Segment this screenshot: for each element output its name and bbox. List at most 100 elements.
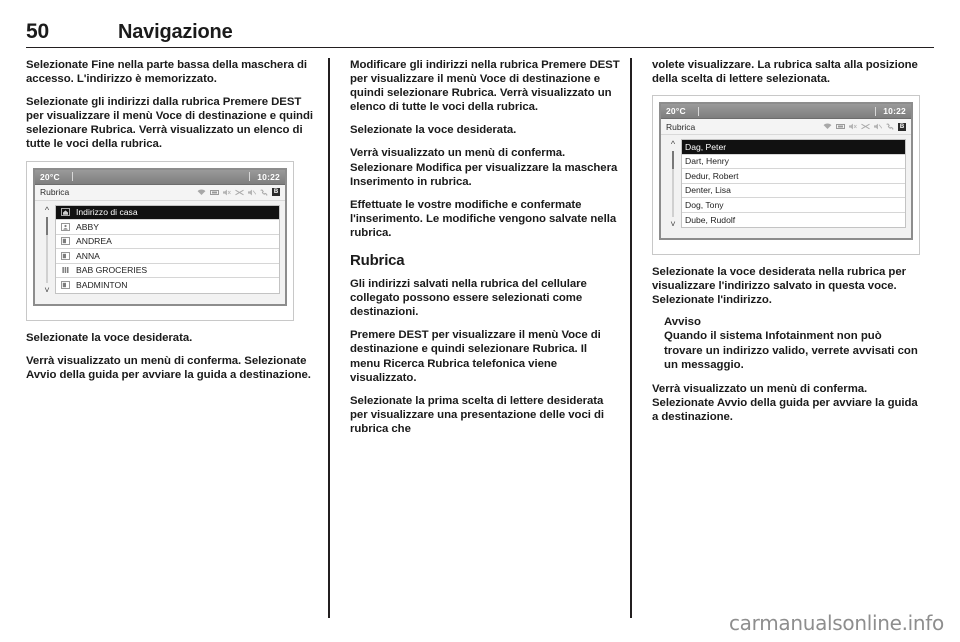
page-title: Navigazione xyxy=(118,21,233,43)
contact-list: Indirizzo di casa ABBY ANDREA ANNA BAB G… xyxy=(55,204,280,294)
screen-title-bar: Rubrica B xyxy=(661,119,911,136)
paragraph: Verrà visualizzato un menù di conferma. … xyxy=(350,147,618,188)
paragraph: Selezionate la voce desiderata. xyxy=(26,331,193,344)
speaker-off-icon xyxy=(248,189,256,196)
column-left: Selezionate Fine nella parte bassa della… xyxy=(26,58,318,618)
paragraph: Effettuate le vostre modifiche e conferm… xyxy=(350,198,617,239)
wifi-icon xyxy=(197,189,206,196)
shuffle-icon xyxy=(235,189,244,196)
page-header: 50 Navigazione xyxy=(26,20,934,48)
temperature-readout: 20°C xyxy=(40,171,60,182)
contact-icon xyxy=(59,222,72,231)
call-icon xyxy=(886,123,894,130)
business-icon xyxy=(59,266,72,274)
status-divider xyxy=(71,172,73,182)
scroll-track[interactable] xyxy=(46,216,48,283)
list-item[interactable]: Dedur, Robert xyxy=(682,169,905,184)
screen-frame: 20°C 10:22 Rubrica xyxy=(33,167,287,306)
shuffle-icon xyxy=(861,123,870,130)
list-item[interactable]: ANDREA xyxy=(56,235,279,250)
list-item-label: Denter, Lisa xyxy=(685,185,731,196)
paragraph: Selezionate la voce desiderata. xyxy=(350,124,517,137)
wifi-icon xyxy=(823,123,832,130)
paragraph: Verrà visualizzato un menù di conferma. … xyxy=(26,354,311,381)
status-bar: 20°C 10:22 xyxy=(661,104,911,120)
scroll-track[interactable] xyxy=(672,151,674,218)
list-item-label: ABBY xyxy=(76,221,99,232)
list-item-label: Dart, Henry xyxy=(685,156,729,167)
paragraph: Selezionate Fine nella parte bassa della… xyxy=(26,59,308,86)
chevron-up-icon[interactable]: ^ xyxy=(671,140,675,149)
screen-title: Rubrica xyxy=(40,187,70,198)
scroll-thumb[interactable] xyxy=(46,216,48,235)
list-item-label: ANNA xyxy=(76,250,100,261)
paragraph: Verrà visualizzato un menù di conferma. … xyxy=(652,382,918,423)
list-item[interactable]: BADMINTON xyxy=(56,278,279,293)
bluetooth-icon: B xyxy=(272,188,280,197)
list-item[interactable]: ABBY xyxy=(56,220,279,235)
list-item-label: Dedur, Robert xyxy=(685,170,739,181)
paragraph: Selezionate la voce desiderata nella rub… xyxy=(652,266,907,307)
watermark: carmanualsonline.info xyxy=(728,611,944,635)
speaker-off-icon xyxy=(874,123,882,130)
mute-icon xyxy=(223,189,231,196)
paragraph: Premere DEST per visualizzare il menù Vo… xyxy=(350,329,601,384)
chevron-down-icon[interactable]: ˅ xyxy=(670,220,675,229)
notice-block: Avviso Quando il sistema Infotainment no… xyxy=(652,316,922,371)
infotainment-screenshot-2: 20°C 10:22 Rubrica B ^ ˅ Dag, Peter Dart… xyxy=(652,95,920,256)
list-item-label: Dag, Peter xyxy=(685,141,727,152)
paragraph: Selezionate la prima scelta di lettere d… xyxy=(350,394,604,435)
scroll-thumb[interactable] xyxy=(672,151,674,170)
list-item[interactable]: Dube, Rudolf xyxy=(682,213,905,228)
list-item-label: BAB GROCERIES xyxy=(76,265,148,276)
chevron-down-icon[interactable]: ˅ xyxy=(44,285,49,294)
paragraph: Gli indirizzi salvati nella rubrica del … xyxy=(350,278,587,319)
chevron-up-icon[interactable]: ^ xyxy=(45,205,49,214)
contact-list-area: ^ ˅ Dag, Peter Dart, Henry Dedur, Robert… xyxy=(661,135,911,239)
contact-icon xyxy=(59,281,72,290)
list-item[interactable]: Dog, Tony xyxy=(682,198,905,213)
page-number: 50 xyxy=(26,20,49,43)
infotainment-screenshot-1: 20°C 10:22 Rubrica B ^ ˅ Indirizzo di ca… xyxy=(26,160,294,321)
screen-frame: 20°C 10:22 Rubrica xyxy=(659,102,913,241)
list-item-label: Dog, Tony xyxy=(685,199,724,210)
list-item-label: ANDREA xyxy=(76,236,112,247)
status-icon-group: B xyxy=(197,188,280,197)
list-item[interactable]: Dag, Peter xyxy=(682,140,905,155)
column-divider xyxy=(328,58,330,618)
contact-icon xyxy=(59,237,72,246)
manual-page: 50 Navigazione Selezionate Fine nella pa… xyxy=(0,0,960,642)
call-icon xyxy=(260,189,268,196)
list-item[interactable]: BAB GROCERIES xyxy=(56,264,279,279)
list-item-label: Indirizzo di casa xyxy=(76,207,138,218)
list-item-label: Dube, Rudolf xyxy=(685,214,736,225)
status-divider xyxy=(249,172,251,182)
list-item-label: BADMINTON xyxy=(76,280,128,291)
screen-title: Rubrica xyxy=(666,121,696,132)
status-divider xyxy=(697,106,699,116)
paragraph: Modificare gli indirizzi nella rubrica P… xyxy=(350,59,620,114)
clock-readout: 10:22 xyxy=(883,106,906,117)
list-item[interactable]: Indirizzo di casa xyxy=(56,205,279,221)
notice-title: Avviso xyxy=(664,316,701,329)
scrollbar[interactable]: ^ ˅ xyxy=(665,139,681,229)
content-columns: Selezionate Fine nella parte bassa della… xyxy=(26,58,934,618)
section-heading: Rubrica xyxy=(350,252,405,270)
notice-body: Quando il sistema Infotainment non può t… xyxy=(664,330,918,371)
status-icon-group: B xyxy=(823,122,906,131)
list-item[interactable]: Denter, Lisa xyxy=(682,184,905,199)
scrollbar[interactable]: ^ ˅ xyxy=(39,205,55,294)
column-middle: Modificare gli indirizzi nella rubrica P… xyxy=(328,58,620,618)
bluetooth-icon: B xyxy=(898,122,906,131)
clock-readout: 10:22 xyxy=(257,171,280,182)
paragraph: volete visualizzare. La rubrica salta al… xyxy=(652,59,918,86)
phone-signal-icon xyxy=(210,189,219,196)
contact-icon xyxy=(59,251,72,260)
list-item[interactable]: Dart, Henry xyxy=(682,155,905,170)
status-bar: 20°C 10:22 xyxy=(35,169,285,185)
home-icon xyxy=(59,208,72,217)
phone-signal-icon xyxy=(836,123,845,130)
list-item[interactable]: ANNA xyxy=(56,249,279,264)
screen-title-bar: Rubrica B xyxy=(35,184,285,201)
paragraph: Selezionate gli indirizzi dalla rubrica … xyxy=(26,96,313,151)
